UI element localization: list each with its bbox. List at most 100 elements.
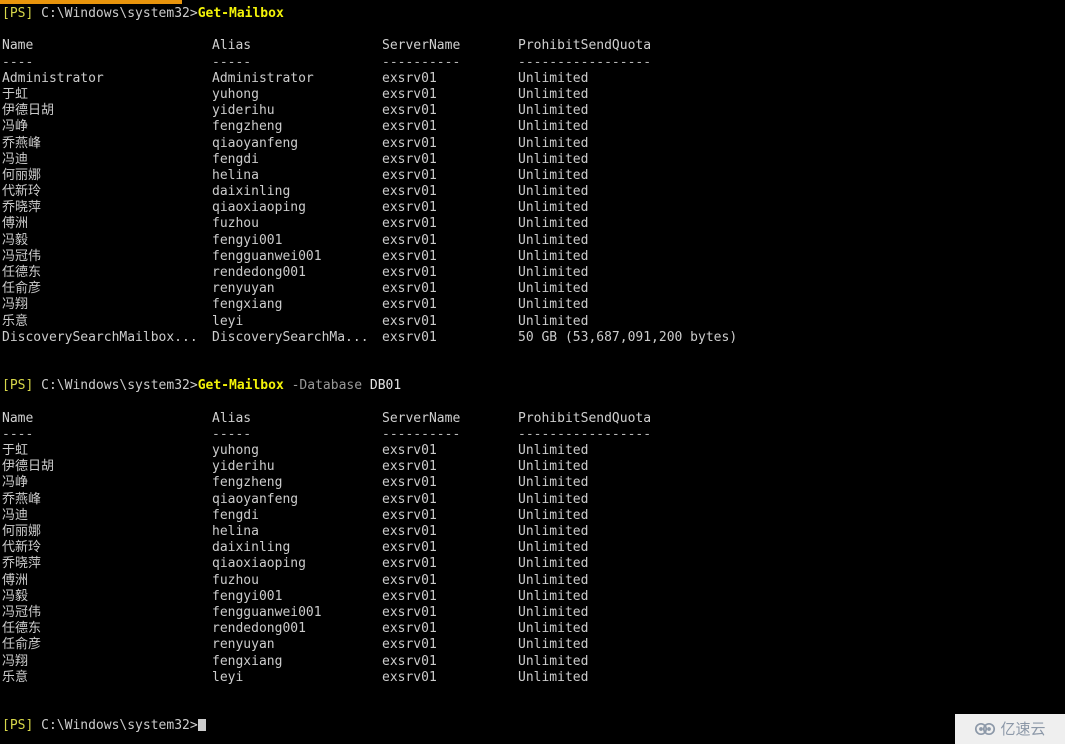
cell-server: exsrv01 xyxy=(382,556,437,572)
cell-server: exsrv01 xyxy=(382,507,437,523)
cell-quota: Unlimited xyxy=(518,588,589,604)
powershell-console-window[interactable]: [PS] C:\Windows\system32>Get-Mailbox Nam… xyxy=(0,0,1065,744)
prompt-path: C:\Windows\system32> xyxy=(33,718,198,734)
cell-quota: Unlimited xyxy=(518,313,589,329)
cell-name: 冯峥 xyxy=(2,475,29,491)
prompt-line-3[interactable]: [PS] C:\Windows\system32> xyxy=(2,718,1065,734)
cell-alias: fengdi xyxy=(212,507,259,523)
column-header-server: ServerName xyxy=(382,410,461,426)
table-row: 乔晓萍 qiaoxiaoping exsrv01 Unlimited xyxy=(2,556,1065,572)
cell-name: 何丽娜 xyxy=(2,167,42,183)
table-1-body: Administrator Administrator exsrv01 Unlimit… xyxy=(2,71,1065,346)
table-1-header-rule: ---- ----- ---------- ----------------- xyxy=(2,55,1065,71)
cell-alias: helina xyxy=(212,167,259,183)
cell-alias: fengguanwei001 xyxy=(212,604,322,620)
table-row: Administrator Administrator exsrv01 Unlimit… xyxy=(2,71,1065,87)
table-row: 冯毅 fengyi001 exsrv01 Unlimited xyxy=(2,589,1065,605)
cell-name: 傅洲 xyxy=(2,572,29,588)
table-row: 冯峥 fengzheng exsrv01 Unlimited xyxy=(2,475,1065,491)
command-cmdlet-1: Get-Mailbox xyxy=(197,6,284,21)
cell-alias: leyi xyxy=(212,669,244,685)
table-row: 任德东 rendedong001 exsrv01 Unlimited xyxy=(2,265,1065,281)
cell-name: 乔晓萍 xyxy=(2,200,42,216)
prompt-path: C:\Windows\system32> xyxy=(33,378,198,394)
table-row: 伊德日胡 yiderihu exsrv01 Unlimited xyxy=(2,459,1065,475)
cell-name: 何丽娜 xyxy=(2,524,42,539)
console-screen-buffer[interactable]: [PS] C:\Windows\system32>Get-Mailbox Nam… xyxy=(0,4,1065,744)
cell-quota: Unlimited xyxy=(518,200,589,216)
cell-name: 任俞彦 xyxy=(2,281,42,297)
cell-name: 于虹 xyxy=(2,86,29,102)
cell-name: 乔燕峰 xyxy=(2,491,42,507)
cell-server: exsrv01 xyxy=(382,637,437,653)
cell-quota: Unlimited xyxy=(518,540,589,556)
prompt-ps-bracket: [PS] xyxy=(2,378,34,394)
cell-alias: rendedong001 xyxy=(212,621,306,637)
cell-quota: 50 GB (53,687,091,200 bytes) xyxy=(518,329,738,345)
table-row: DiscoverySearchMailbox... DiscoverySearch… xyxy=(2,330,1065,346)
cell-alias: qiaoxiaoping xyxy=(212,556,306,572)
cell-server: exsrv01 xyxy=(382,588,437,604)
prompt-path: C:\Windows\system32> xyxy=(33,6,198,21)
table-row: 代新玲 daixinling exsrv01 Unlimited xyxy=(2,184,1065,200)
table-row: 于虹 yuhong exsrv01 Unlimited xyxy=(2,87,1065,103)
table-row: 冯翔 fengxiang exsrv01 Unlimited xyxy=(2,297,1065,313)
prompt-line-2: [PS] C:\Windows\system32>Get-Mailbox -Da… xyxy=(2,378,1065,394)
rule-server: ---------- xyxy=(382,426,461,442)
cell-quota: Unlimited xyxy=(518,459,589,475)
cell-quota: Unlimited xyxy=(518,669,589,685)
cell-alias: fengyi001 xyxy=(212,232,283,248)
cell-name: 冯翔 xyxy=(2,297,29,313)
column-header-name: Name xyxy=(2,410,34,426)
table-row: 乔燕峰 qiaoyanfeng exsrv01 Unlimited xyxy=(2,136,1065,152)
rule-server: ---------- xyxy=(382,54,461,70)
cell-quota: Unlimited xyxy=(518,70,589,86)
table-row: 乔燕峰 qiaoyanfeng exsrv01 Unlimited xyxy=(2,492,1065,508)
cell-quota: Unlimited xyxy=(518,297,589,313)
cell-alias: fengxiang xyxy=(212,297,283,313)
cell-quota: Unlimited xyxy=(518,167,589,183)
cell-name: 代新玲 xyxy=(2,184,42,200)
cell-quota: Unlimited xyxy=(518,151,589,167)
cell-name: 乐意 xyxy=(2,669,29,685)
cell-name: 冯冠伟 xyxy=(2,604,42,620)
cell-quota: Unlimited xyxy=(518,604,589,620)
cell-server: exsrv01 xyxy=(382,167,437,183)
cell-name: 代新玲 xyxy=(2,540,42,556)
table-2-header-row: Name Alias ServerName ProhibitSendQuota xyxy=(2,411,1065,427)
cell-name: 冯冠伟 xyxy=(2,248,42,264)
cell-name: 冯迪 xyxy=(2,151,29,167)
cell-name: 乔晓萍 xyxy=(2,556,42,572)
cell-alias: yuhong xyxy=(212,443,259,459)
cell-quota: Unlimited xyxy=(518,119,589,135)
prompt-ps-bracket: [PS] xyxy=(2,718,34,734)
rule-alias: ----- xyxy=(212,426,252,442)
cell-server: exsrv01 xyxy=(382,540,437,556)
cell-alias: renyuyan xyxy=(212,281,275,297)
watermark-text: 亿速云 xyxy=(1000,719,1046,738)
command-param-2: -Database xyxy=(283,378,363,394)
cell-quota: Unlimited xyxy=(518,507,589,523)
cell-quota: Unlimited xyxy=(518,86,589,102)
cell-alias: fengdi xyxy=(212,151,259,167)
cell-name: 任德东 xyxy=(2,621,42,637)
table-row: 冯翔 fengxiang exsrv01 Unlimited xyxy=(2,654,1065,670)
table-2-header-rule: ---- ----- ---------- ----------------- xyxy=(2,427,1065,443)
cell-server: exsrv01 xyxy=(382,216,437,232)
cell-server: exsrv01 xyxy=(382,524,437,539)
cell-quota: Unlimited xyxy=(518,103,589,119)
table-row: 任俞彦 renyuyan exsrv01 Unlimited xyxy=(2,637,1065,653)
cell-name: 冯毅 xyxy=(2,232,29,248)
table-row: 伊德日胡 yiderihu exsrv01 Unlimited xyxy=(2,103,1065,119)
cell-alias: fengyi001 xyxy=(212,588,283,604)
cell-server: exsrv01 xyxy=(382,119,437,135)
column-header-quota: ProhibitSendQuota xyxy=(518,38,652,54)
table-row: 乐意 leyi exsrv01 Unlimited xyxy=(2,670,1065,686)
table-row: 冯迪 fengdi exsrv01 Unlimited xyxy=(2,508,1065,524)
cell-alias: qiaoyanfeng xyxy=(212,135,299,151)
cell-server: exsrv01 xyxy=(382,475,437,491)
